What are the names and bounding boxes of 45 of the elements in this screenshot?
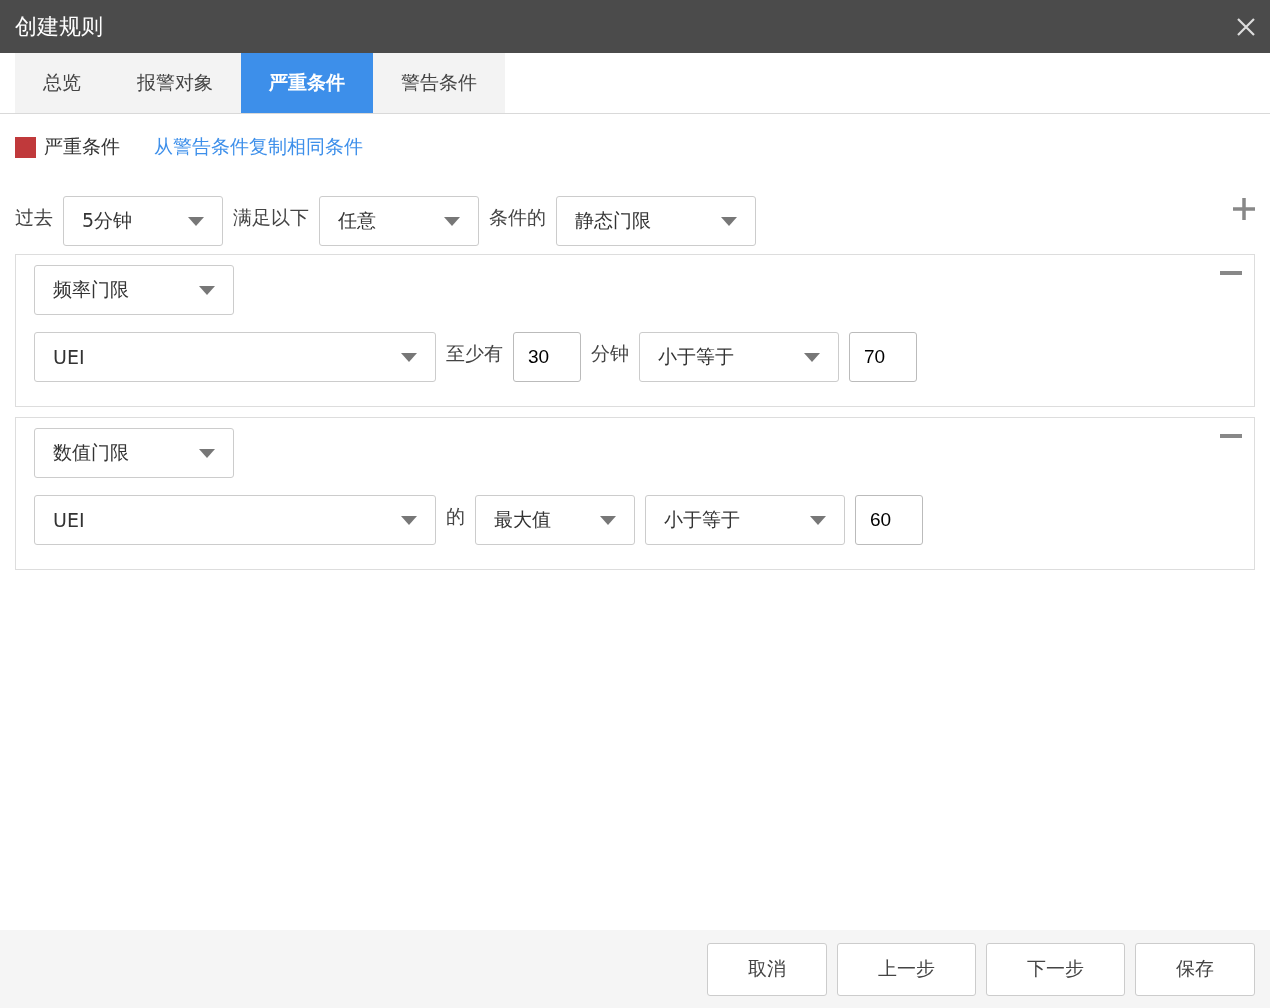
condition-label: 条件的: [489, 205, 546, 230]
number-field[interactable]: 30: [513, 332, 581, 382]
dropdown[interactable]: 静态门限: [556, 196, 756, 246]
tab[interactable]: 报警对象: [109, 53, 241, 113]
caret-icon: [401, 352, 417, 362]
close-button[interactable]: [1236, 16, 1256, 37]
dropdown[interactable]: UEI: [34, 332, 436, 382]
condition-label: 的: [446, 504, 465, 529]
caret-icon: [810, 515, 826, 525]
dropdown[interactable]: 小于等于: [639, 332, 839, 382]
number-field[interactable]: 70: [849, 332, 917, 382]
caret-icon: [600, 515, 616, 525]
add-button[interactable]: [1233, 198, 1255, 220]
condition-label: 至少有: [446, 341, 503, 366]
minus-icon: [1220, 271, 1242, 275]
caret-icon: [444, 216, 460, 226]
caret-icon: [199, 448, 215, 458]
dropdown[interactable]: 5分钟: [63, 196, 223, 246]
footer-button[interactable]: 下一步: [986, 942, 1125, 996]
window-title: 创建规则: [15, 12, 103, 41]
dropdown[interactable]: 最大值: [475, 495, 635, 545]
tab[interactable]: 警告条件: [373, 53, 505, 113]
caret-icon: [804, 352, 820, 362]
caret-icon: [188, 216, 204, 226]
condition-label: 分钟: [591, 341, 629, 366]
section-label: 严重条件: [44, 134, 120, 159]
footer-button[interactable]: 取消: [707, 942, 827, 996]
dropdown[interactable]: 数值门限: [34, 428, 234, 478]
caret-icon: [721, 216, 737, 226]
footer-button[interactable]: 保存: [1135, 942, 1255, 996]
caret-icon: [199, 285, 215, 295]
condition-label: 满足以下: [233, 205, 309, 230]
footer-button[interactable]: 上一步: [837, 942, 976, 996]
severity-marker: [15, 136, 36, 158]
dropdown[interactable]: UEI: [34, 495, 436, 545]
dropdown[interactable]: 任意: [319, 196, 479, 246]
minus-icon: [1220, 434, 1242, 438]
plus-icon: [1233, 198, 1255, 220]
dropdown[interactable]: 小于等于: [645, 495, 845, 545]
close-icon: [1236, 16, 1256, 37]
condition-label: 过去: [15, 205, 53, 230]
caret-icon: [401, 515, 417, 525]
dropdown[interactable]: 频率门限: [34, 265, 234, 315]
number-field[interactable]: 60: [855, 495, 923, 545]
tab[interactable]: 总览: [15, 53, 109, 113]
